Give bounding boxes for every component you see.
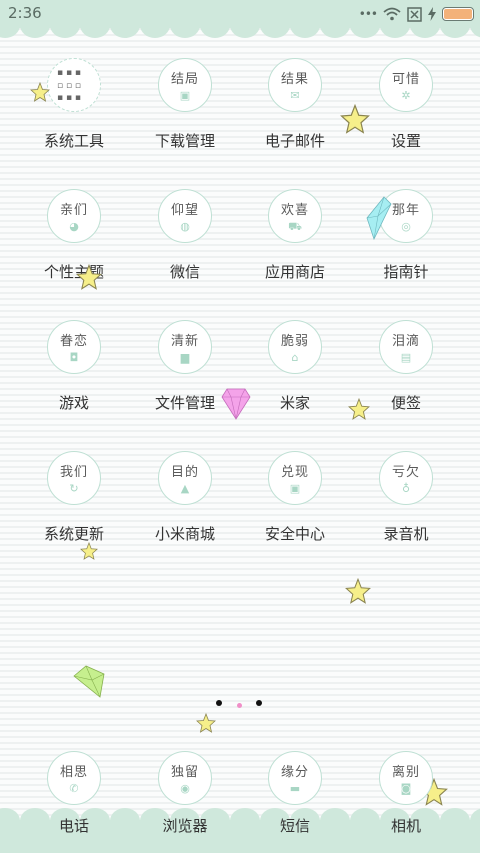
more-dots-icon: ••• <box>358 7 378 21</box>
games-icon: 眷恋 ◘ <box>47 320 101 374</box>
charging-icon <box>428 7 436 21</box>
app-label: 游戏 <box>58 394 89 412</box>
app-store[interactable]: 欢喜 ⛟ 应用商店 <box>240 189 350 282</box>
dock-app-phone[interactable]: 相思 ✆ 电话 <box>19 751 129 836</box>
app-mi-home[interactable]: 脆弱 ⌂ 米家 <box>240 320 350 413</box>
diamond-decoration-icon <box>221 388 251 420</box>
app-label: 小米商城 <box>154 525 215 543</box>
app-system-tools[interactable]: ▪ ▪ ▪ ▫ ▫ ▫ ▪ ▪ ▪ 系统工具 <box>19 58 129 151</box>
app-label: 米家 <box>279 394 310 412</box>
app-security-center[interactable]: 兑现 ▣ 安全中心 <box>240 451 350 544</box>
mi-home-icon: 脆弱 ⌂ <box>268 320 322 374</box>
app-downloads[interactable]: 结局 ▣ 下载管理 <box>130 58 240 151</box>
app-label: 系统工具 <box>43 132 104 150</box>
star-decoration-icon <box>196 713 216 733</box>
dock-app-camera[interactable]: 离别 ◙ 相机 <box>351 751 461 836</box>
app-games[interactable]: 眷恋 ◘ 游戏 <box>19 320 129 413</box>
phone-icon: 相思 ✆ <box>47 751 101 805</box>
dock-app-messages[interactable]: 缘分 ▬ 短信 <box>240 751 350 836</box>
security-center-icon: 兑现 ▣ <box>268 451 322 505</box>
recorder-icon: 亏欠 ♁ <box>379 451 433 505</box>
app-label: 浏览器 <box>162 817 208 835</box>
app-label: 短信 <box>279 817 310 835</box>
app-label: 系统更新 <box>43 525 104 543</box>
app-label: 电话 <box>58 817 89 835</box>
star-decoration-icon <box>345 578 371 604</box>
diamond-decoration-icon <box>73 665 105 698</box>
app-system-update[interactable]: 我们 ↻ 系统更新 <box>19 451 129 544</box>
messages-icon: 缘分 ▬ <box>268 751 322 805</box>
status-bar: 2:36 ••• <box>0 0 480 28</box>
app-label: 微信 <box>169 263 200 281</box>
no-sim-icon <box>407 6 422 22</box>
app-email[interactable]: 结果 ✉ 电子邮件 <box>240 58 350 151</box>
status-icons: ••• <box>359 5 474 23</box>
app-wechat[interactable]: 仰望 ◍ 微信 <box>130 189 240 282</box>
app-label: 应用商店 <box>264 263 325 281</box>
diamond-decoration-icon <box>366 196 392 240</box>
wechat-icon: 仰望 ◍ <box>158 189 212 243</box>
app-label: 安全中心 <box>264 525 325 543</box>
browser-icon: 独留 ◉ <box>158 751 212 805</box>
downloads-icon: 结局 ▣ <box>158 58 212 112</box>
notes-icon: 泪滴 ▤ <box>379 320 433 374</box>
app-label: 指南针 <box>383 263 429 281</box>
app-label: 个性主题 <box>43 263 104 281</box>
app-mi-store[interactable]: 目的 ▲ 小米商城 <box>130 451 240 544</box>
system-tools-folder-icon: ▪ ▪ ▪ ▫ ▫ ▫ ▪ ▪ ▪ <box>47 58 101 112</box>
star-decoration-icon <box>348 398 370 420</box>
email-icon: 结果 ✉ <box>268 58 322 112</box>
file-manager-icon: 清新 ▆ <box>158 320 212 374</box>
mi-store-icon: 目的 ▲ <box>158 451 212 505</box>
star-decoration-icon <box>340 104 370 134</box>
page-indicator[interactable] <box>210 698 270 710</box>
star-decoration-icon <box>76 264 102 290</box>
app-label: 下载管理 <box>154 132 215 150</box>
app-label: 相机 <box>390 817 421 835</box>
settings-icon: 可惜 ✲ <box>379 58 433 112</box>
battery-icon <box>442 7 474 21</box>
top-scallop-border <box>0 26 480 40</box>
themes-icon: 亲们 ◕ <box>47 189 101 243</box>
app-store-icon: 欢喜 ⛟ <box>268 189 322 243</box>
app-themes[interactable]: 亲们 ◕ 个性主题 <box>19 189 129 282</box>
app-label: 录音机 <box>383 525 429 543</box>
status-time: 2:36 <box>8 4 42 22</box>
wifi-icon <box>383 7 401 21</box>
star-decoration-icon <box>30 82 50 102</box>
camera-icon: 离别 ◙ <box>379 751 433 805</box>
app-recorder[interactable]: 亏欠 ♁ 录音机 <box>351 451 461 544</box>
dock-app-browser[interactable]: 独留 ◉ 浏览器 <box>130 751 240 836</box>
app-label: 电子邮件 <box>264 132 325 150</box>
system-update-icon: 我们 ↻ <box>47 451 101 505</box>
star-decoration-icon <box>80 542 98 560</box>
